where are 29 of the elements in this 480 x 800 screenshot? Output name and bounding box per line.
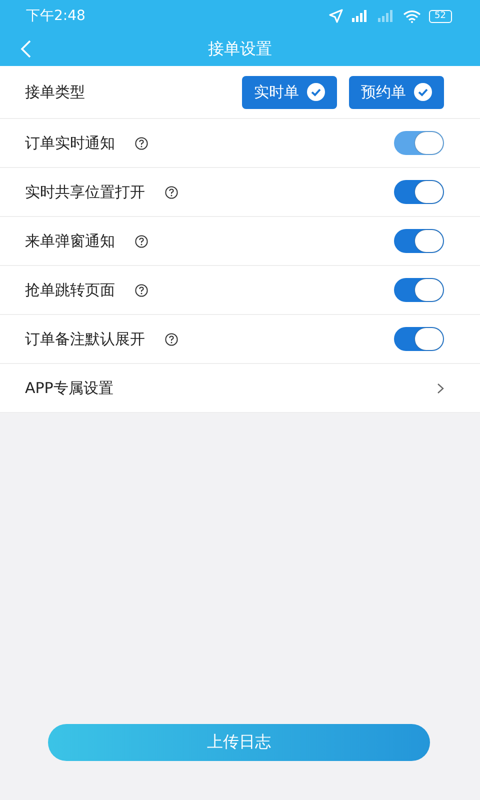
status-time: 下午2:48 [26,7,86,25]
setting-label: 订单实时通知 [25,134,115,152]
toggle-switch[interactable] [394,229,444,253]
location-icon [328,9,343,23]
setting-label: 订单备注默认展开 [25,330,145,348]
battery-indicator: 52 [428,10,452,22]
help-icon[interactable] [165,332,178,346]
wifi-icon [402,10,421,22]
help-icon[interactable] [165,186,178,198]
setting-label: 接单类型 [25,82,85,102]
setting-label: 抢单跳转页面 [25,280,115,300]
toggle-switch[interactable] [394,327,444,351]
page-title: 接单设置 [208,38,272,60]
signal-icon [350,10,369,22]
order-type-button[interactable]: 预约单 [349,76,444,108]
help-icon[interactable] [135,234,148,248]
check-icon [414,83,432,101]
help-icon[interactable] [135,284,148,296]
upload-log-button[interactable]: 上传日志 [48,724,430,761]
signal-icon [376,10,395,22]
setting-label: 来单弹窗通知 [25,232,115,250]
help-icon[interactable] [135,136,148,150]
check-icon [307,83,325,101]
setting-label: 实时共享位置打开 [25,182,145,202]
toggle-switch[interactable] [394,278,444,302]
chevron-right-icon[interactable] [437,382,444,394]
toggle-switch[interactable] [394,180,444,204]
setting-label[interactable]: APP专属设置 [25,378,114,398]
order-type-button[interactable]: 实时单 [242,76,337,108]
